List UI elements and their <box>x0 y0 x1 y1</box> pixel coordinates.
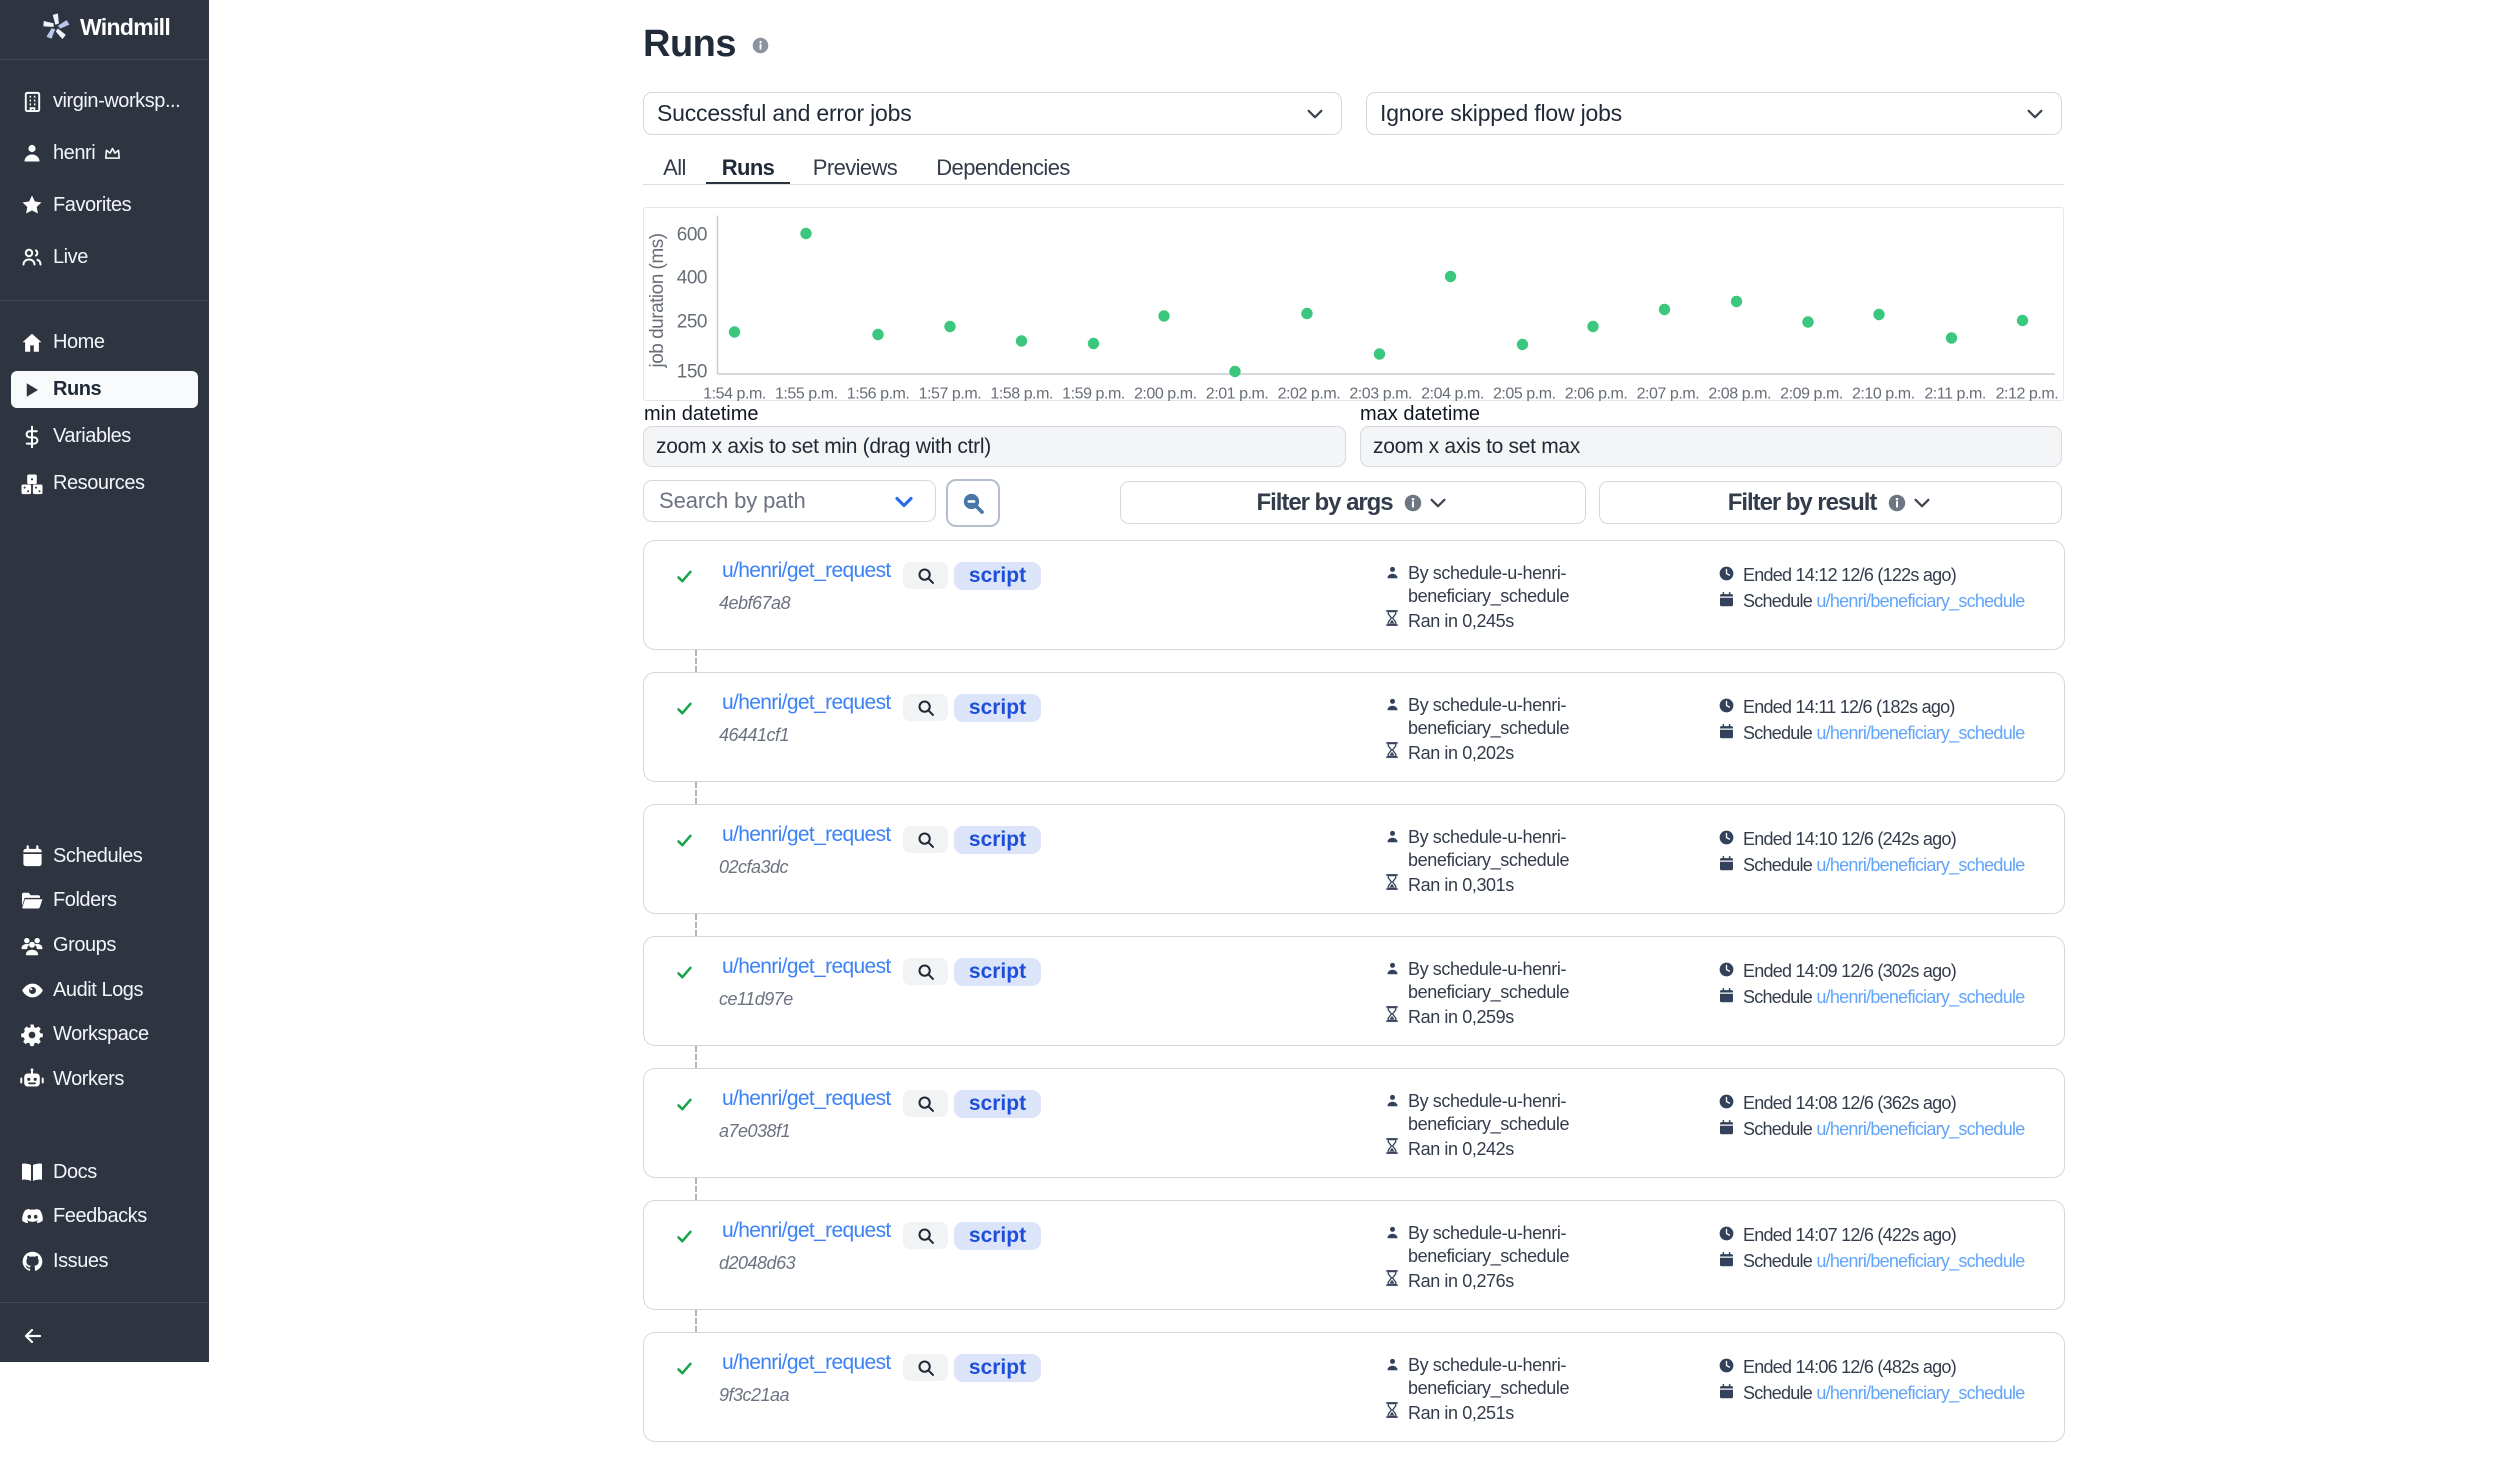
svg-text:2:01 p.m.: 2:01 p.m. <box>1206 386 1269 402</box>
svg-text:150: 150 <box>677 362 707 383</box>
svg-text:2:02 p.m.: 2:02 p.m. <box>1278 386 1341 402</box>
svg-text:400: 400 <box>677 268 707 289</box>
svg-text:2:10 p.m.: 2:10 p.m. <box>1852 386 1915 402</box>
svg-text:1:58 p.m.: 1:58 p.m. <box>990 386 1053 402</box>
svg-text:job duration (ms): job duration (ms) <box>647 233 668 368</box>
svg-text:2:04 p.m.: 2:04 p.m. <box>1421 386 1484 402</box>
svg-text:250: 250 <box>677 312 707 333</box>
svg-text:2:03 p.m.: 2:03 p.m. <box>1349 386 1412 402</box>
svg-text:1:59 p.m.: 1:59 p.m. <box>1062 386 1125 402</box>
svg-text:1:56 p.m.: 1:56 p.m. <box>847 386 910 402</box>
svg-text:2:09 p.m.: 2:09 p.m. <box>1780 386 1843 402</box>
svg-text:2:06 p.m.: 2:06 p.m. <box>1565 386 1628 402</box>
svg-text:2:05 p.m.: 2:05 p.m. <box>1493 386 1556 402</box>
svg-text:2:08 p.m.: 2:08 p.m. <box>1708 386 1771 402</box>
svg-text:2:12 p.m.: 2:12 p.m. <box>1996 386 2059 402</box>
svg-text:2:11 p.m.: 2:11 p.m. <box>1924 386 1985 402</box>
svg-text:1:57 p.m.: 1:57 p.m. <box>919 386 982 402</box>
svg-text:2:00 p.m.: 2:00 p.m. <box>1134 386 1197 402</box>
svg-text:1:55 p.m.: 1:55 p.m. <box>775 386 838 402</box>
svg-text:1:54 p.m.: 1:54 p.m. <box>703 386 766 402</box>
svg-text:600: 600 <box>677 225 707 246</box>
svg-text:2:07 p.m.: 2:07 p.m. <box>1637 386 1700 402</box>
